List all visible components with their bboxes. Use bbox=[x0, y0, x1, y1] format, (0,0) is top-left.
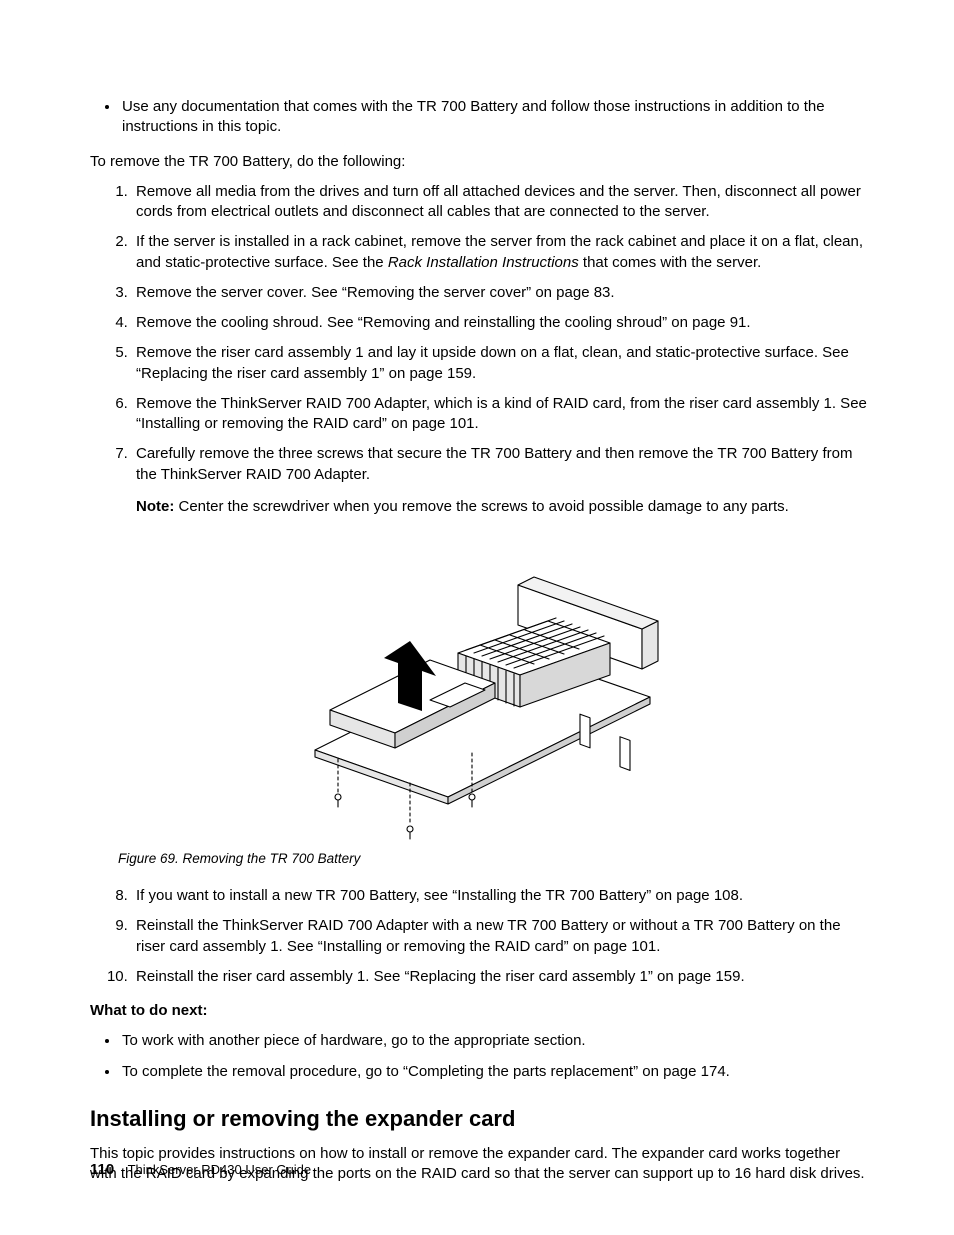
steps-list-b: If you want to install a new TR 700 Batt… bbox=[90, 886, 869, 987]
figure-caption: Figure 69. Removing the TR 700 Battery bbox=[118, 850, 869, 868]
what-next-item: To complete the removal procedure, go to… bbox=[120, 1062, 869, 1082]
page-footer: 110 ThinkServer RD430 User Guide bbox=[90, 1160, 311, 1180]
figure-container bbox=[215, 535, 745, 840]
intro-bullet-list: Use any documentation that comes with th… bbox=[90, 97, 869, 138]
footer-title: ThinkServer RD430 User Guide bbox=[128, 1162, 312, 1177]
step-text-post: that comes with the server. bbox=[579, 254, 762, 271]
section-heading: Installing or removing the expander card bbox=[90, 1104, 869, 1134]
step-item: Remove all media from the drives and tur… bbox=[132, 182, 869, 223]
what-next-list: To work with another piece of hardware, … bbox=[90, 1031, 869, 1082]
note-text: Center the screwdriver when you remove t… bbox=[174, 498, 788, 515]
step-item: Reinstall the ThinkServer RAID 700 Adapt… bbox=[132, 916, 869, 957]
step-item: Remove the cooling shroud. See “Removing… bbox=[132, 313, 869, 333]
step-item: If the server is installed in a rack cab… bbox=[132, 232, 869, 273]
step-note: Note: Center the screwdriver when you re… bbox=[136, 497, 869, 517]
step-item: Remove the server cover. See “Removing t… bbox=[132, 283, 869, 303]
step-item: Reinstall the riser card assembly 1. See… bbox=[132, 967, 869, 987]
step-item: If you want to install a new TR 700 Batt… bbox=[132, 886, 869, 906]
what-next-heading: What to do next: bbox=[90, 1001, 869, 1021]
page-number: 110 bbox=[90, 1161, 114, 1178]
steps-list-a: Remove all media from the drives and tur… bbox=[90, 182, 869, 517]
intro-bullet: Use any documentation that comes with th… bbox=[120, 97, 869, 138]
lead-paragraph: To remove the TR 700 Battery, do the fol… bbox=[90, 152, 869, 172]
step-text: Carefully remove the three screws that s… bbox=[136, 445, 852, 482]
step-item: Carefully remove the three screws that s… bbox=[132, 444, 869, 517]
step-item: Remove the riser card assembly 1 and lay… bbox=[132, 343, 869, 384]
diagram-illustration bbox=[280, 535, 680, 840]
what-next-item: To work with another piece of hardware, … bbox=[120, 1031, 869, 1051]
note-label: Note: bbox=[136, 498, 174, 515]
step-text-italic: Rack Installation Instructions bbox=[388, 254, 579, 271]
step-item: Remove the ThinkServer RAID 700 Adapter,… bbox=[132, 394, 869, 435]
